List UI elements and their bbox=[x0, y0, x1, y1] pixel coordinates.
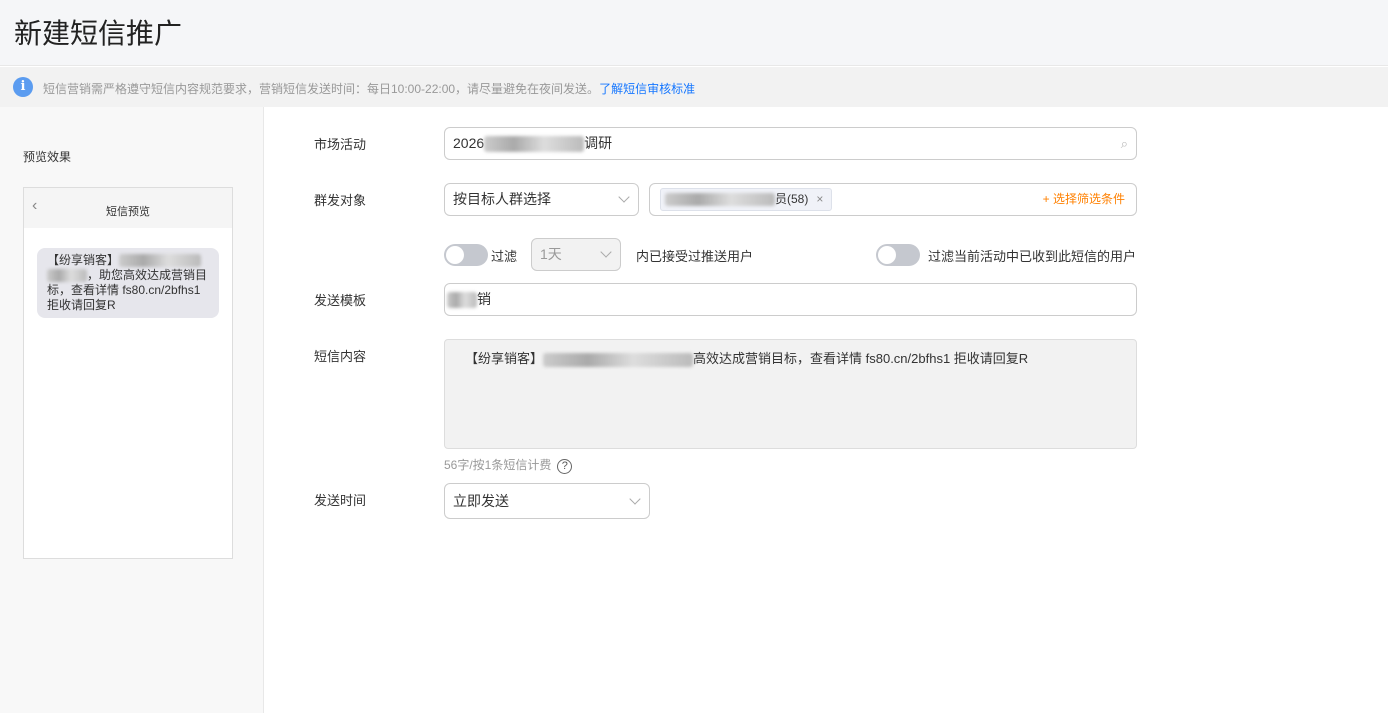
audience-tag: 员(58) × bbox=[660, 188, 832, 211]
filter-days-value: 1天 bbox=[540, 246, 562, 262]
add-filter-condition-button[interactable]: + 选择筛选条件 bbox=[1043, 184, 1125, 215]
notice-message: 短信营销需严格遵守短信内容规范要求，营销短信发送时间：每日10:00-22:00… bbox=[43, 82, 600, 96]
tag-label: 员(58) bbox=[775, 192, 809, 206]
page-header bbox=[0, 0, 1388, 66]
char-count: 56字/按1条短信计费 bbox=[444, 458, 552, 472]
filter-days-select[interactable]: 1天 bbox=[531, 238, 621, 271]
audience-tag-input[interactable]: 员(58) × + 选择筛选条件 bbox=[649, 183, 1137, 216]
bubble-line: 标，查看详情 fs80.cn/2bfhs1 bbox=[47, 283, 201, 297]
market-activity-input[interactable]: 2026 调研 ⌕ bbox=[444, 127, 1137, 160]
template-value: 销 bbox=[477, 291, 491, 307]
bubble-line: 拒收请回复R bbox=[47, 298, 116, 312]
chevron-down-icon bbox=[618, 191, 630, 203]
template-label: 发送模板 bbox=[314, 293, 367, 308]
audience-label: 群发对象 bbox=[314, 193, 367, 208]
send-time-label: 发送时间 bbox=[314, 493, 367, 508]
bubble-line: ，助您高效达成营销目 bbox=[87, 268, 208, 282]
market-activity-label: 市场活动 bbox=[314, 137, 367, 152]
content-hint: 56字/按1条短信计费? bbox=[444, 456, 573, 474]
filter-suffix-label: 内已接受过推送用户 bbox=[636, 249, 754, 264]
content-label: 短信内容 bbox=[314, 349, 367, 364]
filter-toggle[interactable] bbox=[444, 244, 488, 266]
search-icon[interactable]: ⌕ bbox=[1121, 128, 1128, 159]
send-time-value: 立即发送 bbox=[453, 493, 509, 509]
sms-bubble: 【纷享销客】 ，助您高效达成营销目 标，查看详情 fs80.cn/2bfhs1 … bbox=[37, 248, 219, 318]
help-icon[interactable]: ? bbox=[557, 459, 573, 474]
audience-mode-select[interactable]: 按目标人群选择 bbox=[444, 183, 639, 216]
content-textarea[interactable]: 【纷享销客】 高效达成营销目标，查看详情 fs80.cn/2bfhs1 拒收请回复… bbox=[444, 339, 1137, 449]
send-time-select[interactable]: 立即发送 bbox=[444, 483, 650, 519]
audience-mode-value: 按目标人群选择 bbox=[453, 191, 551, 207]
phone-header: 短信预览 bbox=[24, 188, 232, 228]
activity-value: 2026 bbox=[453, 135, 485, 151]
filter-current-label: 过滤当前活动中已收到此短信的用户 bbox=[928, 249, 1137, 264]
chevron-down-icon bbox=[600, 246, 612, 258]
chevron-down-icon bbox=[629, 493, 641, 505]
filter-label: 过滤 bbox=[491, 249, 518, 264]
activity-value-suffix: 调研 bbox=[584, 135, 613, 151]
phone-title: 短信预览 bbox=[106, 206, 150, 218]
content-suffix: 高效达成营销目标，查看详情 fs80.cn/2bfhs1 拒收请回复R bbox=[693, 351, 1029, 366]
notice-text: 短信营销需严格遵守短信内容规范要求，营销短信发送时间：每日10:00-22:00… bbox=[43, 80, 695, 97]
info-icon: i bbox=[13, 77, 33, 97]
content-prefix: 【纷享销客】 bbox=[465, 351, 544, 366]
filter-current-toggle[interactable] bbox=[876, 244, 920, 266]
page-title: 新建短信推广 bbox=[14, 18, 183, 49]
preview-label: 预览效果 bbox=[23, 150, 72, 164]
audit-standard-link[interactable]: 了解短信审核标准 bbox=[599, 82, 695, 96]
back-chevron-icon[interactable]: ‹ bbox=[32, 196, 37, 216]
phone-preview: 短信预览 ‹ 【纷享销客】 ，助您高效达成营销目 标，查看详情 fs80.cn/… bbox=[23, 187, 233, 559]
remove-tag-icon[interactable]: × bbox=[816, 192, 823, 206]
bubble-line: 【纷享销客】 bbox=[47, 253, 120, 267]
template-input[interactable]: 销 bbox=[444, 283, 1137, 316]
